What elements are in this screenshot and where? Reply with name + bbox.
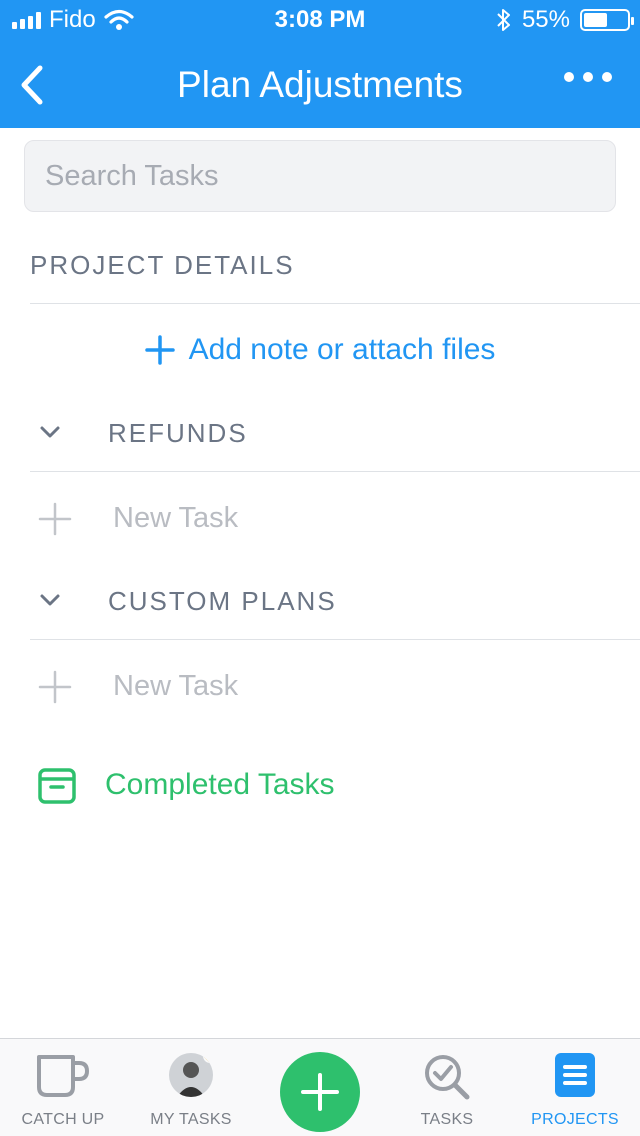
search-check-icon xyxy=(425,1055,470,1100)
new-task-custom-plans[interactable]: New Task xyxy=(0,658,640,714)
new-task-label: New Task xyxy=(113,670,239,702)
status-bar: Fido 3:08 PM 55% xyxy=(0,0,640,40)
tab-label: PROJECTS xyxy=(531,1111,619,1128)
status-right: 55% xyxy=(496,6,634,34)
tab-projects[interactable]: PROJECTS xyxy=(515,1039,635,1136)
bluetooth-icon xyxy=(497,9,510,31)
tab-my-tasks[interactable]: MY TASKS xyxy=(131,1039,251,1136)
more-options-button[interactable] xyxy=(564,72,612,82)
add-button[interactable] xyxy=(280,1052,360,1132)
search-box xyxy=(24,140,616,212)
new-task-refunds[interactable]: New Task xyxy=(0,490,640,546)
plus-icon xyxy=(144,335,175,365)
tab-label: MY TASKS xyxy=(150,1111,232,1128)
chevron-down-icon xyxy=(40,594,60,606)
battery-percent: 55% xyxy=(521,6,570,33)
search-input[interactable] xyxy=(25,141,615,211)
group-header-custom-plans[interactable]: CUSTOM PLANS xyxy=(0,578,640,628)
tab-tasks[interactable]: TASKS xyxy=(387,1039,507,1136)
tab-catch-up[interactable]: CATCH UP xyxy=(3,1039,123,1136)
group-label: REFUNDS xyxy=(108,418,248,448)
top-bar: Fido 3:08 PM 55% Plan Adjustments xyxy=(0,0,640,128)
dot-icon xyxy=(564,72,574,82)
divider xyxy=(30,471,640,472)
divider xyxy=(30,639,640,640)
plus-icon xyxy=(301,1073,339,1111)
cup-icon xyxy=(37,1055,90,1097)
dot-icon xyxy=(602,72,612,82)
archive-icon xyxy=(38,768,76,804)
add-note-button[interactable]: Add note or attach files xyxy=(0,328,640,372)
tab-label: TASKS xyxy=(420,1111,474,1128)
completed-tasks-button[interactable]: Completed Tasks xyxy=(0,760,640,816)
avatar xyxy=(169,1053,213,1097)
plus-icon xyxy=(38,670,72,704)
divider xyxy=(30,303,640,304)
chevron-down-icon xyxy=(40,426,60,438)
new-task-label: New Task xyxy=(113,502,239,534)
project-details-heading: PROJECT DETAILS xyxy=(30,250,295,280)
navigation-bar: Plan Adjustments xyxy=(0,52,640,118)
dot-icon xyxy=(583,72,593,82)
page-title: Plan Adjustments xyxy=(177,64,463,105)
completed-tasks-label: Completed Tasks xyxy=(105,768,335,801)
add-note-label: Add note or attach files xyxy=(188,333,496,366)
plus-icon xyxy=(38,502,72,536)
tab-label: CATCH UP xyxy=(21,1111,105,1128)
group-label: CUSTOM PLANS xyxy=(108,586,337,616)
projects-icon xyxy=(555,1053,595,1097)
group-header-refunds[interactable]: REFUNDS xyxy=(0,410,640,460)
battery-icon xyxy=(580,9,634,31)
